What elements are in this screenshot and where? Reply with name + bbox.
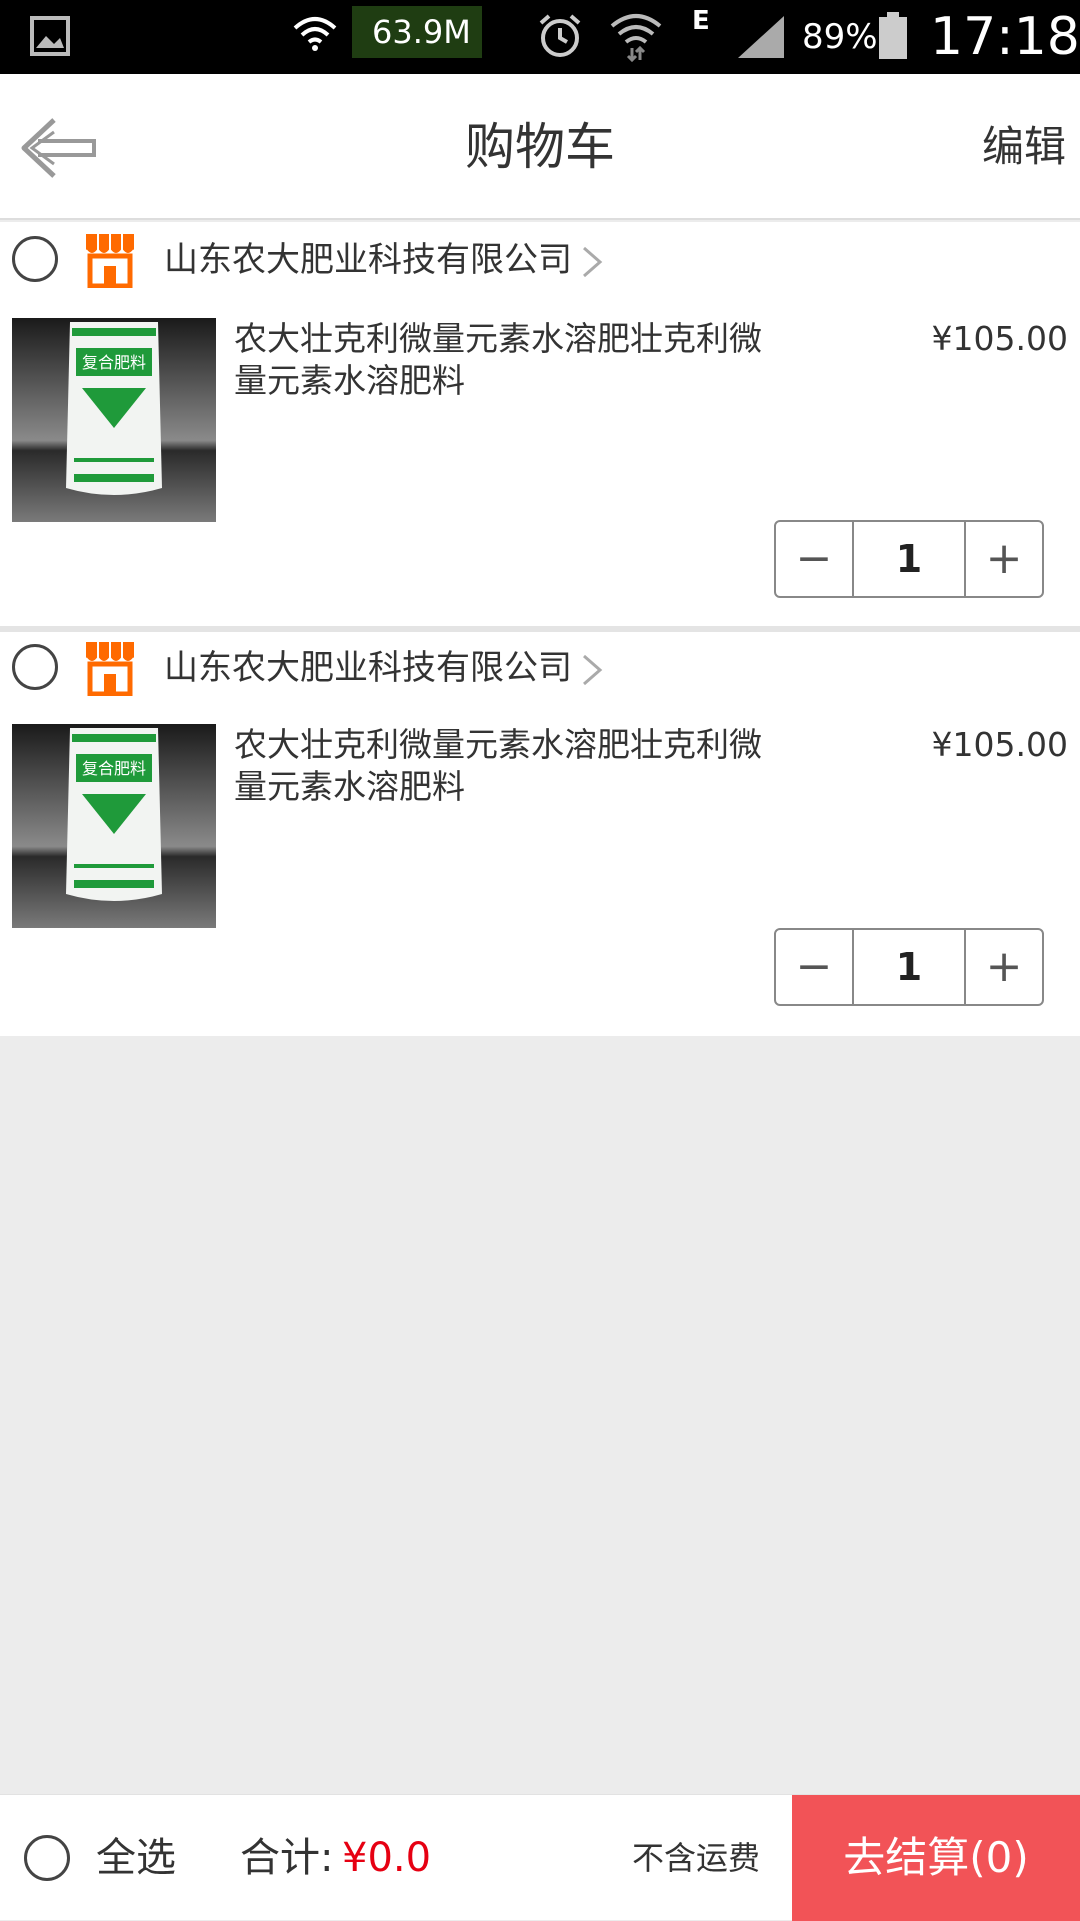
store-select-radio[interactable] [12,236,58,282]
product-price: ¥105.00 [931,319,1068,358]
back-arrow-icon[interactable] [18,108,98,188]
shop-icon [85,234,135,288]
status-bar: 63.9M E 89% 17:18 [0,0,1080,74]
total-label: 合计: [240,1835,334,1881]
store-block: 山东农大肥业科技有限公司 复合肥料 农大壮克利微量元素水溶肥壮克利微量元素水溶肥… [0,222,1080,626]
product-price: ¥105.00 [931,725,1068,764]
alarm-icon [539,14,581,57]
qty-value[interactable]: 1 [854,522,964,596]
edit-button[interactable]: 编辑 [982,74,1066,220]
checkout-button[interactable]: 去结算(0) [792,1795,1080,1921]
product-image-label: 复合肥料 [82,353,146,372]
select-all-label[interactable]: 全选 [96,1795,176,1921]
page-title: 购物车 [465,118,615,176]
wifi-data-icon [610,14,662,62]
select-all-radio[interactable] [24,1835,70,1881]
qty-value[interactable]: 1 [854,930,964,1004]
net-speed: 63.9M [352,6,482,58]
shop-icon [85,642,135,696]
store-name[interactable]: 山东农大肥业科技有限公司 [164,222,572,298]
store-header[interactable]: 山东农大肥业科技有限公司 [0,630,1080,706]
wifi-icon [293,17,337,51]
product-title[interactable]: 农大壮克利微量元素水溶肥壮克利微量元素水溶肥料 [234,724,794,808]
chevron-right-icon [583,246,603,278]
product-title[interactable]: 农大壮克利微量元素水溶肥壮克利微量元素水溶肥料 [234,318,794,402]
quantity-stepper: − 1 + [774,520,1044,598]
shipping-note: 不含运费 [632,1839,761,1877]
gallery-icon [30,16,70,56]
product-image[interactable]: 复合肥料 [12,318,216,522]
battery-icon [879,12,907,59]
checkout-bar: 全选 合计: ¥0.0 不含运费 去结算(0) [0,1794,1080,1921]
product-image[interactable]: 复合肥料 [12,724,216,928]
qty-minus-button[interactable]: − [776,930,854,1004]
battery-percent: 89% [802,17,878,57]
store-name[interactable]: 山东农大肥业科技有限公司 [164,630,572,706]
app-header: 购物车 编辑 [0,74,1080,220]
total-value: ¥0.0 [342,1835,432,1881]
store-header[interactable]: 山东农大肥业科技有限公司 [0,222,1080,298]
store-block: 山东农大肥业科技有限公司 复合肥料 农大壮克利微量元素水溶肥壮克利微量元素水溶肥… [0,632,1080,1036]
qty-plus-button[interactable]: + [964,522,1042,596]
clock: 17:18 [930,7,1080,67]
qty-minus-button[interactable]: − [776,522,854,596]
store-select-radio[interactable] [12,644,58,690]
chevron-right-icon [583,654,603,686]
signal-icon [738,16,784,58]
qty-plus-button[interactable]: + [964,930,1042,1004]
quantity-stepper: − 1 + [774,928,1044,1006]
product-image-label: 复合肥料 [82,759,146,778]
network-type: E [692,6,710,36]
